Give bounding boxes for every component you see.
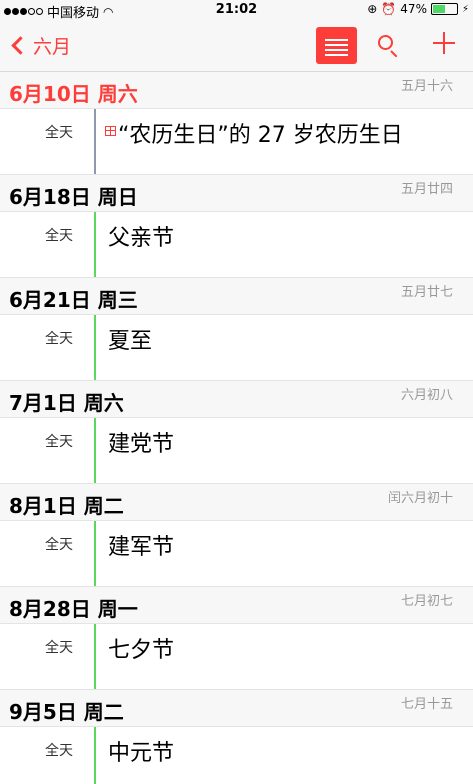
day-section: 6月18日 周日 五月廿四 全天 父亲节: [0, 175, 473, 278]
event-title: 七夕节: [108, 638, 175, 663]
event-title: “农历生日”的 27 岁农历生日: [118, 123, 403, 148]
charging-icon: ⚡: [461, 3, 469, 15]
all-day-label: 全天: [45, 537, 73, 553]
nav-bar: 六月: [0, 20, 473, 72]
back-label: 六月: [33, 36, 72, 58]
day-header: 8月1日 周二 闰六月初十: [0, 484, 473, 521]
event-row[interactable]: 全天 建党节: [0, 418, 473, 484]
event-row[interactable]: 全天 “农历生日”的 27 岁农历生日: [0, 109, 473, 175]
chevron-left-icon: [11, 36, 30, 55]
day-section: 9月5日 周二 七月十五 全天 中元节: [0, 690, 473, 784]
search-button[interactable]: [376, 33, 402, 59]
day-header: 6月18日 周日 五月廿四: [0, 175, 473, 212]
calendar-color-bar: [94, 521, 96, 586]
rotation-lock-icon: ⊕: [367, 2, 378, 16]
event-title: 建军节: [108, 535, 175, 560]
status-right: ⊕ ⏰ 47% ⚡: [363, 2, 469, 16]
all-day-label: 全天: [45, 434, 73, 450]
lunar-date: 闰六月初十: [387, 491, 453, 506]
lunar-date: 七月初七: [400, 594, 453, 609]
all-day-label: 全天: [45, 125, 73, 141]
event-title: 夏至: [108, 329, 153, 354]
all-day-label: 全天: [45, 640, 73, 656]
lunar-date: 五月十六: [400, 79, 453, 94]
day-date: 8月28日 周一: [9, 597, 138, 621]
day-section: 8月28日 周一 七月初七 全天 七夕节: [0, 587, 473, 690]
alarm-icon: ⏰: [381, 2, 397, 16]
day-section: 6月10日 周六 五月十六 全天 “农历生日”的 27 岁农历生日: [0, 72, 473, 175]
day-section: 7月1日 周六 六月初八 全天 建党节: [0, 381, 473, 484]
lunar-date: 五月廿四: [400, 182, 453, 197]
day-date: 9月5日 周二: [9, 700, 124, 724]
calendar-color-bar: [94, 315, 96, 380]
event-title: 中元节: [108, 741, 175, 766]
gift-icon: [105, 126, 116, 136]
calendar-color-bar: [94, 727, 96, 784]
calendar-color-bar: [94, 624, 96, 689]
back-button[interactable]: 六月: [10, 32, 71, 59]
calendar-color-bar: [94, 212, 96, 277]
event-row[interactable]: 全天 父亲节: [0, 212, 473, 278]
event-row[interactable]: 全天 七夕节: [0, 624, 473, 690]
all-day-label: 全天: [45, 331, 73, 347]
status-bar: 中国移动 ◠ 21:02 ⊕ ⏰ 47% ⚡: [0, 0, 473, 21]
calendar-color-bar: [94, 109, 96, 174]
day-header: 8月28日 周一 七月初七: [0, 587, 473, 624]
event-title: 父亲节: [108, 226, 175, 251]
event-title: 建党节: [108, 432, 175, 457]
lunar-date: 六月初八: [400, 388, 453, 403]
event-row[interactable]: 全天 夏至: [0, 315, 473, 381]
day-date: 8月1日 周二: [9, 494, 124, 518]
all-day-label: 全天: [45, 743, 73, 759]
add-event-button[interactable]: [432, 31, 456, 55]
all-day-label: 全天: [45, 228, 73, 244]
day-date: 7月1日 周六: [9, 391, 124, 415]
battery-percent: 47%: [400, 2, 427, 16]
day-date: 6月18日 周日: [9, 185, 138, 209]
event-row[interactable]: 全天 建军节: [0, 521, 473, 587]
day-date: 6月21日 周三: [9, 288, 138, 312]
battery-icon: [430, 3, 458, 15]
lunar-date: 七月十五: [400, 697, 453, 712]
search-icon: [378, 35, 393, 50]
event-row[interactable]: 全天 中元节: [0, 727, 473, 784]
day-date: 6月10日 周六: [9, 82, 138, 106]
day-header: 6月10日 周六 五月十六: [0, 72, 473, 109]
day-header: 6月21日 周三 五月廿七: [0, 278, 473, 315]
day-section: 6月21日 周三 五月廿七 全天 夏至: [0, 278, 473, 381]
list-view-button[interactable]: [316, 27, 357, 64]
day-header: 7月1日 周六 六月初八: [0, 381, 473, 418]
event-list: 6月10日 周六 五月十六 全天 “农历生日”的 27 岁农历生日 6月18日 …: [0, 72, 473, 784]
lunar-date: 五月廿七: [400, 285, 453, 300]
calendar-color-bar: [94, 418, 96, 483]
day-section: 8月1日 周二 闰六月初十 全天 建军节: [0, 484, 473, 587]
day-header: 9月5日 周二 七月十五: [0, 690, 473, 727]
